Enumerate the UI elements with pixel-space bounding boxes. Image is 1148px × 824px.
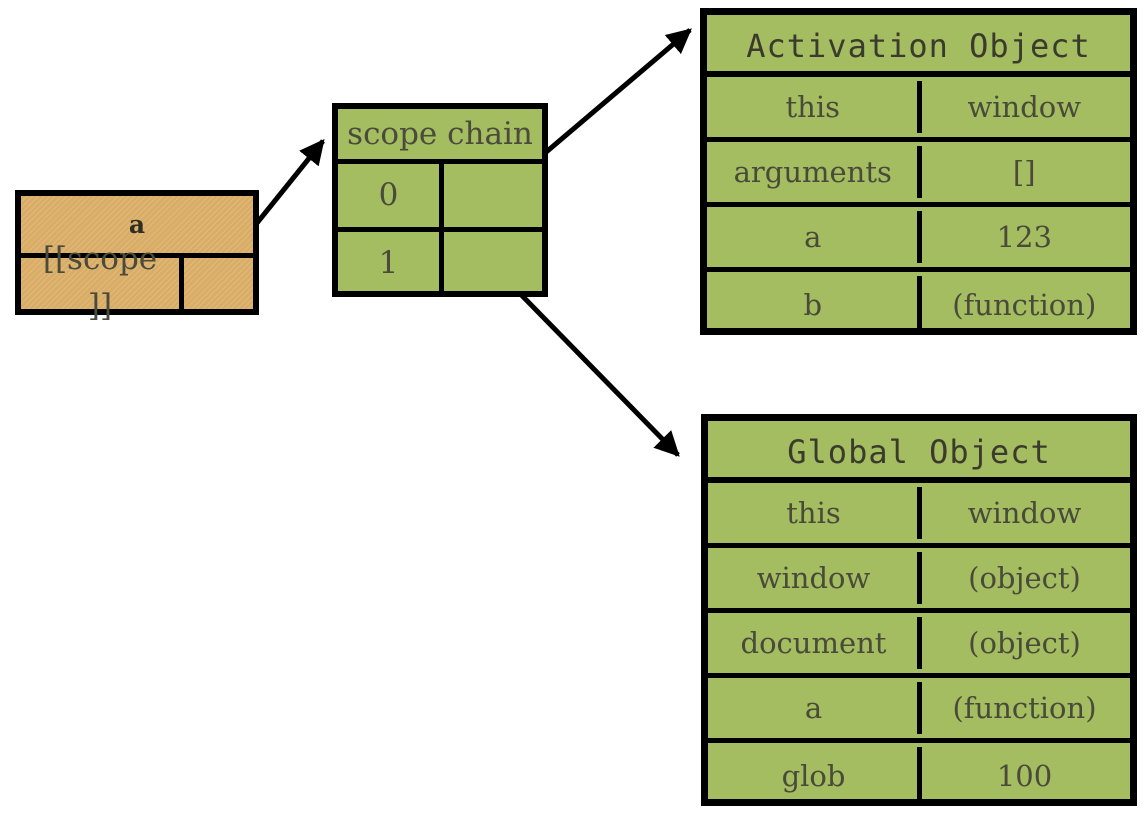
activation-object-title: Activation Object bbox=[707, 15, 1130, 77]
global-row-key: document bbox=[740, 626, 887, 660]
table-row: a 123 bbox=[707, 207, 1130, 272]
column-divider bbox=[916, 211, 922, 263]
column-divider bbox=[917, 552, 922, 604]
scope-chain-index-1: 1 bbox=[378, 245, 399, 281]
column-divider bbox=[917, 617, 922, 669]
table-row: window (object) bbox=[708, 548, 1130, 613]
scope-chain-pointer-1 bbox=[444, 232, 542, 295]
table-row: this window bbox=[708, 483, 1130, 548]
table-row: document (object) bbox=[708, 613, 1130, 678]
global-row-key: window bbox=[756, 561, 871, 595]
global-row-value: (object) bbox=[968, 626, 1081, 660]
activation-row-key: b bbox=[803, 287, 823, 322]
global-row-value: 100 bbox=[996, 758, 1053, 793]
activation-row-value: (function) bbox=[952, 287, 1097, 322]
table-row: this window bbox=[707, 77, 1130, 142]
global-row-value: (object) bbox=[968, 561, 1081, 595]
scope-chain-pointer-0 bbox=[444, 164, 542, 227]
global-row-value: (function) bbox=[952, 691, 1097, 725]
scope-chain-box: scope chain 0 1 bbox=[332, 103, 548, 297]
column-divider bbox=[917, 682, 922, 734]
activation-row-value: [] bbox=[1012, 155, 1036, 189]
global-row-key: this bbox=[786, 496, 841, 530]
column-divider bbox=[916, 81, 922, 133]
activation-row-key: this bbox=[785, 90, 841, 124]
scope-chain-entry-1: 1 bbox=[338, 232, 542, 295]
global-row-key: glob bbox=[781, 758, 846, 793]
function-object-box: a [[scope ]] bbox=[15, 190, 259, 324]
global-row-key: a bbox=[804, 691, 823, 725]
table-row: b (function) bbox=[707, 272, 1130, 337]
column-divider bbox=[917, 747, 922, 804]
activation-row-key: a bbox=[804, 220, 822, 254]
table-row: glob 100 bbox=[708, 743, 1130, 808]
table-row: a (function) bbox=[708, 678, 1130, 743]
scope-chain-header: scope chain bbox=[347, 116, 533, 152]
global-object-table: Global Object this window window (object… bbox=[701, 414, 1137, 806]
global-object-title: Global Object bbox=[708, 421, 1130, 483]
activation-row-key: arguments bbox=[733, 155, 892, 189]
scope-chain-entry-0: 0 bbox=[338, 164, 542, 227]
column-divider bbox=[916, 146, 922, 198]
diagram-canvas: a [[scope ]] scope chain 0 1 Activation … bbox=[0, 0, 1148, 824]
scope-chain-index-0: 0 bbox=[378, 177, 399, 213]
scope-property-pointer-cell bbox=[184, 258, 259, 309]
activation-row-value: window bbox=[967, 90, 1082, 124]
column-divider bbox=[916, 276, 922, 333]
global-row-value: window bbox=[967, 496, 1082, 530]
activation-object-table: Activation Object this window arguments … bbox=[700, 8, 1137, 335]
scope-property-label: [[scope ]] bbox=[42, 241, 158, 324]
function-scope-property-row: [[scope ]] bbox=[21, 241, 253, 324]
activation-row-value: 123 bbox=[996, 220, 1052, 254]
column-divider bbox=[917, 487, 922, 539]
table-row: arguments [] bbox=[707, 142, 1130, 207]
